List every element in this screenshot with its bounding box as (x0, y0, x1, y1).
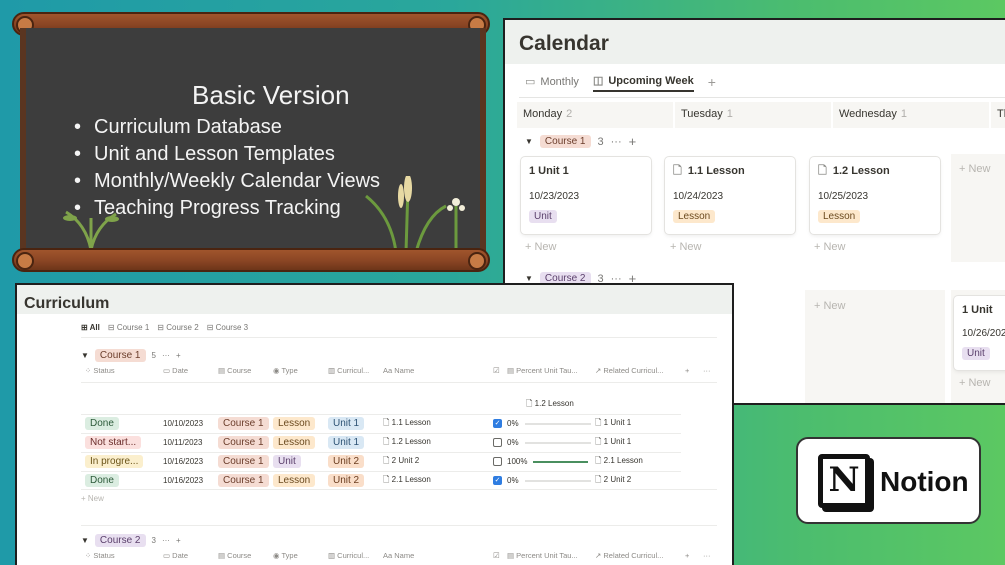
progress-bar (524, 441, 591, 444)
feature-item: Monthly/Weekly Calendar Views (74, 168, 380, 195)
page-title: Calendar (519, 32, 609, 55)
calendar-card[interactable]: 🗋 1.2 Lesson 10/25/2023 Lesson (810, 157, 940, 234)
plant-left-icon (63, 210, 119, 250)
calendar-card[interactable]: 1 Unit 1 10/23/2023 Unit (521, 157, 651, 234)
table-header: ⁘ Status ▭ Date ▤ Course ◉ Type ▥ Curric… (85, 551, 711, 560)
checkbox[interactable] (493, 438, 502, 448)
tab-course-2[interactable]: ⊟ Course 2 (157, 323, 198, 332)
day-header: Wednesday 1 (833, 102, 989, 128)
new-item-button[interactable]: + New (959, 163, 991, 175)
checkbox[interactable]: ✓ (493, 419, 502, 429)
notion-mark-icon: N (818, 454, 870, 508)
plant-right-icon (365, 176, 465, 252)
table-row[interactable]: Done 10/10/2023 Course 1 Lesson Unit 1 🗋… (81, 414, 681, 432)
tab-all[interactable]: ⊞ All (81, 323, 100, 332)
tab-upcoming-week[interactable]: ◫ Upcoming Week (592, 72, 694, 92)
new-item-button[interactable]: + New (814, 241, 846, 253)
tab-monthly[interactable]: ▭ Monthly (525, 72, 579, 92)
add-view-button[interactable]: + (708, 74, 716, 90)
calendar-card[interactable]: 1 Unit 10/26/2023 Unit (954, 296, 1005, 370)
curriculum-panel: Curriculum ⊞ All ⊟ Course 1 ⊟ Course 2 ⊟… (15, 283, 734, 565)
page-icon: 🗋 (818, 164, 827, 177)
tab-course-3[interactable]: ⊟ Course 3 (207, 323, 248, 332)
tab-course-1[interactable]: ⊟ Course 1 (108, 323, 149, 332)
table-header: ⁘ Status ▭ Date ▤ Course ◉ Type ▥ Curric… (85, 366, 711, 375)
feature-item: Curriculum Database (74, 114, 380, 141)
day-header: Tuesday 1 (675, 102, 831, 128)
progress-bar (524, 422, 591, 425)
table-row[interactable]: In progre... 10/16/2023 Course 1 Unit Un… (81, 452, 681, 470)
progress-bar (524, 479, 591, 482)
group-header[interactable]: ▼ Course 1 5 ··· + (81, 349, 181, 362)
calendar-card[interactable]: 🗋 1.1 Lesson 10/24/2023 Lesson (665, 157, 795, 234)
day-header: Thursday (991, 102, 1005, 128)
group-header[interactable]: ▼ Course 1 3 ··· + (525, 134, 636, 149)
feature-item: Unit and Lesson Templates (74, 141, 380, 168)
chalkboard: Basic Version Curriculum Database Unit a… (20, 28, 486, 258)
progress-bar (533, 460, 589, 463)
calendar-icon: ▭ (525, 75, 536, 88)
page-title: Curriculum (24, 295, 110, 312)
board-title: Basic Version (192, 80, 350, 110)
bottom-log (12, 248, 490, 272)
notion-logo: N Notion (796, 437, 981, 524)
table-row[interactable]: 🗋 1.2 Lesson (81, 396, 612, 414)
checkbox[interactable] (493, 457, 502, 467)
new-item-button[interactable]: + New (814, 300, 846, 312)
checkbox[interactable]: ✓ (493, 476, 502, 486)
new-item-button[interactable]: + New (959, 377, 991, 389)
group-header[interactable]: ▼ Course 2 3 ··· + (81, 534, 181, 547)
table-row[interactable]: Done 10/16/2023 Course 1 Lesson Unit 2 🗋… (81, 471, 681, 489)
new-item-button[interactable]: + New (525, 241, 557, 253)
page-icon: 🗋 (673, 164, 682, 177)
logo-text: Notion (880, 466, 969, 497)
table-row[interactable]: Not start... 10/11/2023 Course 1 Lesson … (81, 433, 681, 451)
new-row-button[interactable]: + New (81, 494, 104, 503)
day-header: Monday 2 (517, 102, 673, 128)
new-item-button[interactable]: + New (670, 241, 702, 253)
board-icon: ◫ (592, 74, 604, 87)
